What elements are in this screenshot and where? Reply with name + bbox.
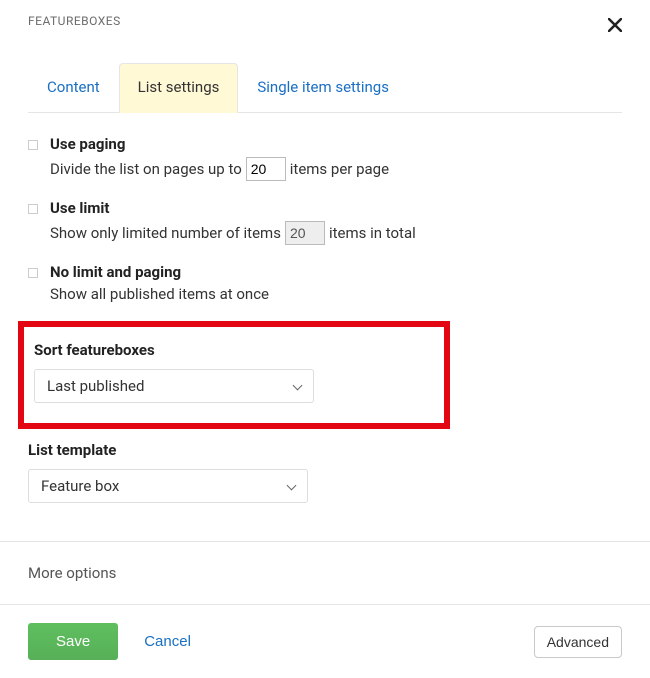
save-button[interactable]: Save (28, 623, 118, 660)
tab-single-item-settings[interactable]: Single item settings (238, 63, 408, 113)
radio-icon (28, 204, 38, 214)
template-select[interactable]: Feature box (28, 469, 308, 503)
use-paging-desc: Divide the list on pages up to items per… (50, 157, 622, 181)
limit-count-input[interactable] (285, 221, 325, 245)
close-button[interactable] (602, 14, 628, 39)
featureboxes-panel: FEATUREBOXES Content List settings Singl… (0, 0, 650, 678)
radio-icon (28, 140, 38, 150)
tabs: Content List settings Single item settin… (28, 63, 622, 113)
option-no-limit[interactable]: No limit and paging Show all published i… (28, 263, 622, 303)
option-use-limit[interactable]: Use limit Show only limited number of it… (28, 199, 622, 245)
option-use-paging[interactable]: Use paging Divide the list on pages up t… (28, 135, 622, 181)
use-paging-title: Use paging (50, 135, 622, 153)
paging-count-input[interactable] (246, 157, 286, 181)
use-limit-desc: Show only limited number of items items … (50, 221, 622, 245)
footer: Save Cancel Advanced (0, 605, 650, 678)
more-options-section[interactable]: More options (0, 541, 650, 605)
sort-label: Sort featureboxes (34, 341, 430, 359)
advanced-button[interactable]: Advanced (534, 626, 622, 658)
radio-icon (28, 268, 38, 278)
tab-content[interactable]: Content (28, 63, 119, 113)
use-limit-title: Use limit (50, 199, 622, 217)
cancel-button[interactable]: Cancel (138, 632, 197, 651)
close-icon (608, 16, 622, 36)
no-limit-title: No limit and paging (50, 263, 622, 281)
chevron-down-icon (287, 480, 297, 490)
sort-highlight: Sort featureboxes Last published (18, 321, 450, 429)
template-section: List template Feature box (28, 441, 622, 503)
panel-title: FEATUREBOXES (28, 14, 121, 28)
no-limit-desc: Show all published items at once (50, 285, 622, 303)
chevron-down-icon (293, 380, 303, 390)
panel-header: FEATUREBOXES (0, 0, 650, 39)
form-area: Use paging Divide the list on pages up t… (0, 113, 650, 513)
template-label: List template (28, 441, 622, 459)
more-options-label: More options (0, 542, 650, 604)
sort-select[interactable]: Last published (34, 369, 314, 403)
sort-value: Last published (47, 377, 144, 395)
template-value: Feature box (41, 477, 119, 495)
tab-list-settings[interactable]: List settings (119, 63, 239, 113)
